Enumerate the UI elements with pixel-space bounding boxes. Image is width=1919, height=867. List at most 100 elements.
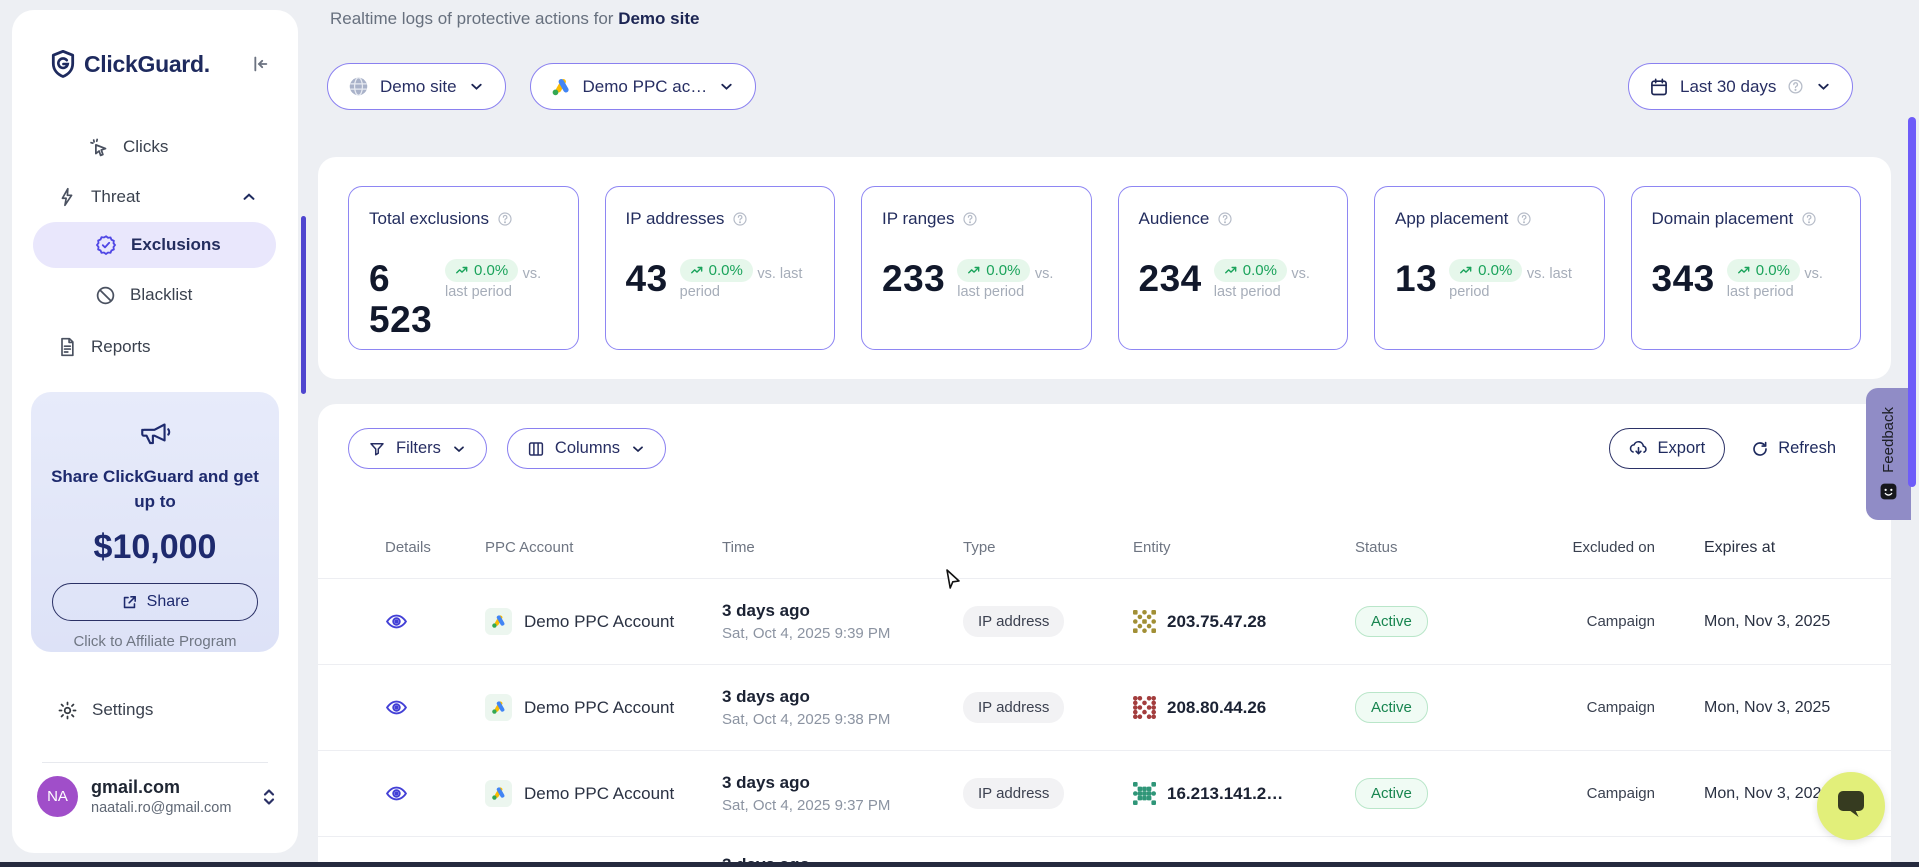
ban-icon: [95, 285, 116, 306]
stat-label: IP ranges: [882, 209, 954, 229]
trend-up-icon: [690, 264, 704, 278]
sidebar-item-settings[interactable]: Settings: [12, 685, 298, 735]
chevron-down-icon: [451, 441, 467, 457]
share-button[interactable]: Share: [52, 583, 258, 621]
sidebar-item-label: Reports: [91, 337, 151, 357]
table-row[interactable]: Demo PPC Account 3 days ago Sat, Oct 4, …: [318, 578, 1891, 664]
chat-widget-button[interactable]: [1817, 772, 1885, 840]
google-ads-icon: [551, 77, 572, 97]
google-ads-icon: [485, 780, 512, 807]
trend-up-icon: [455, 264, 469, 278]
external-link-icon: [121, 594, 138, 611]
table-row[interactable]: Demo PPC Account 3 days ago Sat, Oct 4, …: [318, 750, 1891, 836]
feedback-tab[interactable]: Feedback: [1866, 388, 1911, 520]
stat-change-badge: 0.0%: [957, 259, 1030, 282]
site-selector-dropdown[interactable]: Demo site: [327, 63, 506, 110]
google-ads-icon: [485, 608, 512, 635]
gear-icon: [57, 700, 78, 721]
ppc-account-selector-dropdown[interactable]: Demo PPC ac…: [530, 63, 757, 110]
site-selector-value: Demo site: [380, 77, 457, 97]
stat-change-badge: 0.0%: [1727, 259, 1800, 282]
column-header-excluded-on: Excluded on: [1515, 537, 1655, 558]
entity-value: 16.213.141.2…: [1167, 784, 1283, 804]
sidebar-item-label: Blacklist: [130, 285, 192, 305]
stat-value: 6 523: [369, 259, 433, 340]
ppc-account-selector-value: Demo PPC ac…: [583, 77, 708, 97]
user-name: gmail.com: [91, 777, 231, 798]
help-icon[interactable]: [1787, 78, 1804, 95]
stat-label: App placement: [1395, 209, 1508, 229]
time-relative: 3 days ago: [722, 773, 963, 793]
stat-card-app-placement: App placement 13 0.0% vs. last period: [1374, 186, 1605, 350]
date-range-value: Last 30 days: [1680, 77, 1776, 97]
ppc-account-name: Demo PPC Account: [524, 784, 674, 804]
affiliate-program-link[interactable]: Click to Affiliate Program: [49, 633, 261, 650]
columns-icon: [527, 440, 545, 458]
column-header-type: Type: [963, 539, 1133, 556]
feedback-chat-icon: [1879, 482, 1898, 501]
cloud-download-icon: [1629, 439, 1648, 458]
column-header-status: Status: [1355, 539, 1515, 556]
sidebar-item-blacklist[interactable]: Blacklist: [33, 272, 276, 318]
chevron-up-down-icon: [261, 787, 277, 807]
help-icon[interactable]: [497, 211, 513, 227]
sidebar-item-exclusions[interactable]: Exclusions: [33, 222, 276, 268]
stat-card-audience: Audience 234 0.0% vs. last period: [1118, 186, 1349, 350]
account-switcher[interactable]: NA gmail.com naatali.ro@gmail.com: [37, 776, 277, 817]
help-icon[interactable]: [732, 211, 748, 227]
affiliate-promo-card: Share ClickGuard and get up to $10,000 S…: [31, 392, 279, 652]
stat-change-badge: 0.0%: [680, 259, 753, 282]
subtitle-text: Realtime logs of protective actions for: [330, 9, 613, 28]
promo-amount: $10,000: [49, 528, 261, 567]
sidebar-item-clicks[interactable]: Clicks: [12, 122, 298, 172]
help-icon[interactable]: [962, 211, 978, 227]
refresh-button[interactable]: Refresh: [1751, 439, 1836, 458]
view-details-eye-icon[interactable]: [385, 696, 485, 719]
chevron-down-icon: [718, 78, 735, 95]
chevron-down-icon: [468, 78, 485, 95]
sidebar-item-reports[interactable]: Reports: [12, 322, 298, 372]
trend-up-icon: [1737, 264, 1751, 278]
file-report-icon: [57, 336, 77, 358]
sidebar-item-label: Settings: [92, 700, 153, 720]
google-ads-icon: [485, 694, 512, 721]
column-header-ppc-account: PPC Account: [485, 539, 722, 556]
subtitle-site-name: Demo site: [618, 9, 699, 28]
ppc-account-name: Demo PPC Account: [524, 698, 674, 718]
stat-label: Audience: [1139, 209, 1210, 229]
stat-change-badge: 0.0%: [1449, 259, 1522, 282]
submenu-scrollbar[interactable]: [301, 216, 306, 394]
view-details-eye-icon[interactable]: [385, 610, 485, 633]
feedback-label: Feedback: [1880, 407, 1897, 473]
stat-label: IP addresses: [626, 209, 725, 229]
stat-change-badge: 0.0%: [1214, 259, 1287, 282]
view-details-eye-icon[interactable]: [385, 782, 485, 805]
export-button[interactable]: Export: [1609, 428, 1726, 469]
lightning-icon: [57, 186, 77, 208]
stat-value: 43: [626, 259, 668, 300]
date-range-dropdown[interactable]: Last 30 days: [1628, 63, 1853, 110]
time-relative: 3 days ago: [722, 687, 963, 707]
stat-label: Total exclusions: [369, 209, 489, 229]
identicon: [1133, 696, 1156, 719]
help-icon[interactable]: [1217, 211, 1233, 227]
help-icon[interactable]: [1516, 211, 1532, 227]
help-icon[interactable]: [1801, 211, 1817, 227]
columns-dropdown-button[interactable]: Columns: [507, 428, 666, 469]
sidebar-collapse-icon[interactable]: [248, 53, 270, 75]
filters-dropdown-button[interactable]: Filters: [348, 428, 487, 469]
status-badge: Active: [1355, 606, 1428, 637]
column-header-expires-at: Expires at: [1655, 539, 1891, 557]
sidebar: ClickGuard. Clicks Threat Exclusions: [12, 10, 298, 853]
table-row[interactable]: Demo PPC Account 3 days ago Sat, Oct 4, …: [318, 664, 1891, 750]
globe-icon: [348, 76, 369, 97]
refresh-icon: [1751, 440, 1769, 458]
screen-bottom-edge: [0, 862, 1919, 867]
sidebar-item-threat[interactable]: Threat: [12, 172, 298, 222]
chevron-down-icon: [1815, 78, 1832, 95]
sidebar-item-label: Exclusions: [131, 235, 221, 255]
user-email: naatali.ro@gmail.com: [91, 800, 231, 816]
stat-value: 234: [1139, 259, 1202, 300]
page-scrollbar[interactable]: [1908, 117, 1916, 487]
column-header-entity: Entity: [1133, 539, 1355, 556]
